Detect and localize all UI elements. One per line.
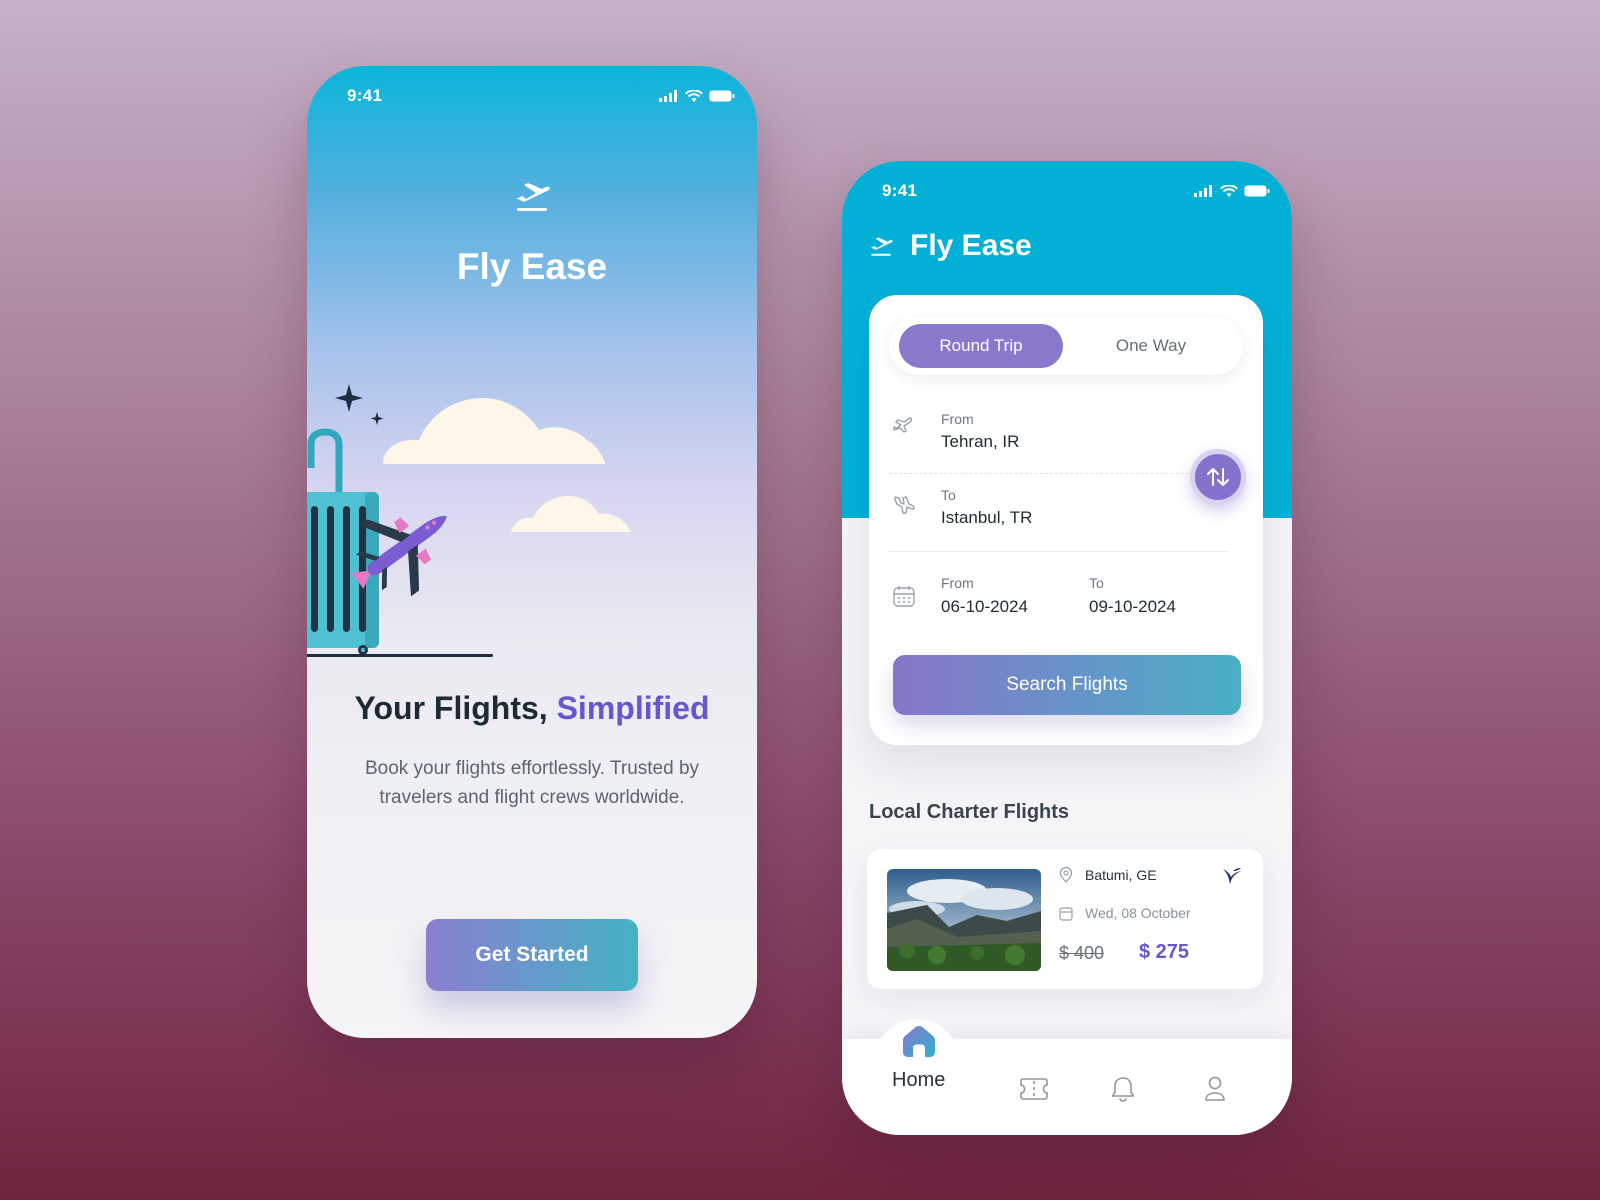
destination-label: To <box>941 487 956 503</box>
home-icon <box>902 1026 935 1057</box>
charter-date-row: Wed, 08 October <box>1059 905 1191 921</box>
destination-value: Istanbul, TR <box>941 508 1033 527</box>
original-price: $ 400 <box>1059 943 1105 963</box>
nav-tickets[interactable] <box>1019 1077 1049 1101</box>
date-to-label: To <box>1089 575 1104 591</box>
status-icons <box>659 89 735 103</box>
plane-takeoff-icon <box>307 176 757 216</box>
get-started-button[interactable]: Get Started <box>426 919 638 991</box>
bottom-nav: Home <box>842 1019 1292 1135</box>
swap-locations-button[interactable] <box>1190 449 1246 505</box>
airline-logo-icon <box>1223 868 1241 885</box>
date-from-value: 06-10-2024 <box>941 597 1028 616</box>
plane-takeoff-icon <box>870 237 893 256</box>
status-icons <box>1194 184 1270 198</box>
brand-title: Fly Ease <box>456 246 608 287</box>
calendar-icon <box>1059 906 1073 921</box>
nav-home[interactable]: Home <box>892 1023 945 1092</box>
nav-notifications[interactable] <box>1110 1075 1136 1103</box>
signal-icon <box>1194 185 1212 197</box>
trip-type-toggle: Round Trip One Way <box>889 317 1243 375</box>
status-time: 9:41 <box>347 86 383 105</box>
section-title: Local Charter Flights <box>869 801 1070 823</box>
tab-one-way[interactable]: One Way <box>1069 324 1233 368</box>
charter-location: Batumi, GE <box>1085 867 1157 883</box>
signal-icon <box>659 90 677 102</box>
flight-search-card: Round Trip One Way From Tehran, IR To Is… <box>869 295 1263 745</box>
divider <box>889 473 1229 474</box>
search-screen: 9:41 Fly Ease Round Trip One Way From Te… <box>842 161 1292 1135</box>
battery-icon <box>709 90 735 102</box>
date-from-label: From <box>941 575 974 591</box>
origin-value: Tehran, IR <box>941 432 1020 451</box>
charter-date: Wed, 08 October <box>1085 905 1191 921</box>
charter-flight-card[interactable]: Batumi, GE Wed, 08 October $ 400 $ 275 <box>867 849 1263 989</box>
origin-label: From <box>941 411 974 427</box>
headline: Your Flights, Simplified <box>307 690 757 727</box>
nav-home-label: Home <box>892 1069 946 1091</box>
travel-illustration <box>307 384 631 657</box>
destination-photo <box>887 869 1041 971</box>
subtext: Book your flights effortlessly. Trusted … <box>364 758 700 808</box>
divider <box>889 551 1229 552</box>
discount-price: $ 275 <box>1139 941 1190 963</box>
battery-icon <box>1244 185 1270 197</box>
wifi-icon <box>1220 184 1238 197</box>
arrival-plane-icon <box>894 496 915 514</box>
search-flights-button[interactable]: Search Flights <box>893 655 1241 715</box>
status-time: 9:41 <box>882 181 918 200</box>
charter-location-row: Batumi, GE <box>1059 867 1157 883</box>
user-icon <box>1205 1076 1225 1101</box>
swap-icon <box>1207 468 1229 486</box>
departure-plane-icon <box>893 417 913 433</box>
app-header: Fly Ease <box>868 229 1032 263</box>
location-pin-icon <box>1059 867 1073 883</box>
headline-accent: Simplified <box>556 690 710 726</box>
app-title: Fly Ease <box>910 229 1032 262</box>
tab-round-trip[interactable]: Round Trip <box>899 324 1063 368</box>
wifi-icon <box>685 89 703 102</box>
calendar-icon <box>893 586 915 607</box>
nav-profile[interactable] <box>1203 1075 1227 1103</box>
bell-icon <box>1111 1077 1135 1102</box>
status-bar: 9:41 <box>307 66 757 126</box>
ticket-icon <box>1020 1078 1048 1100</box>
date-to-value: 09-10-2024 <box>1089 597 1176 616</box>
headline-text: Your Flights, <box>354 690 557 726</box>
status-bar: 9:41 <box>842 161 1292 221</box>
welcome-screen: 9:41 Fly Ease Your Flights, Simplified B… <box>307 66 757 1038</box>
